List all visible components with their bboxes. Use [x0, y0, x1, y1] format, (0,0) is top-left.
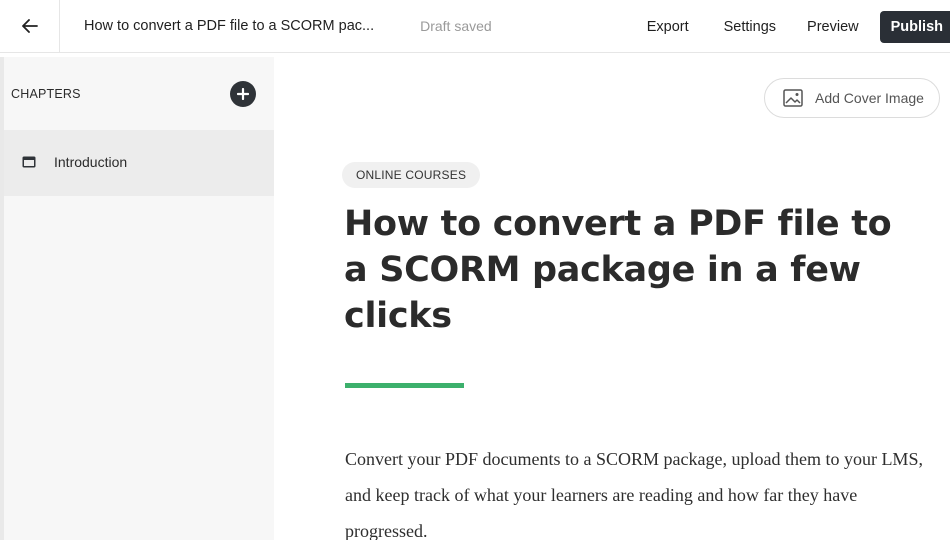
back-button[interactable] [0, 0, 60, 53]
chapters-header: CHAPTERS [4, 57, 274, 130]
top-bar: How to convert a PDF file to a SCORM pac… [0, 0, 950, 53]
chapters-label: CHAPTERS [11, 86, 81, 101]
plus-icon [237, 87, 249, 100]
sidebar-item-introduction[interactable]: Introduction [4, 130, 274, 196]
sidebar-item-label: Introduction [54, 154, 128, 170]
article-title[interactable]: How to convert a PDF file to a SCORM pac… [344, 201, 904, 339]
settings-button[interactable]: Settings [724, 19, 776, 35]
chapters-sidebar: CHAPTERS Introduction [0, 57, 274, 540]
editor-main: Add Cover Image ONLINE COURSES How to co… [274, 57, 950, 540]
chapter-window-icon [22, 156, 36, 168]
preview-button[interactable]: Preview [807, 19, 859, 35]
export-button[interactable]: Export [647, 19, 689, 35]
save-status: Draft saved [420, 18, 492, 34]
add-chapter-button[interactable] [230, 80, 256, 107]
category-tag[interactable]: ONLINE COURSES [342, 162, 481, 188]
image-icon [783, 89, 803, 107]
add-cover-image-button[interactable]: Add Cover Image [764, 78, 940, 118]
top-actions: Export Settings Preview Publish [647, 0, 950, 53]
intro-paragraph[interactable]: Convert your PDF documents to a SCORM pa… [345, 441, 925, 540]
arrow-left-icon [21, 19, 38, 33]
document-title[interactable]: How to convert a PDF file to a SCORM pac… [84, 18, 374, 34]
title-divider [345, 383, 464, 388]
publish-button[interactable]: Publish [879, 10, 950, 43]
add-cover-image-label: Add Cover Image [815, 90, 924, 106]
